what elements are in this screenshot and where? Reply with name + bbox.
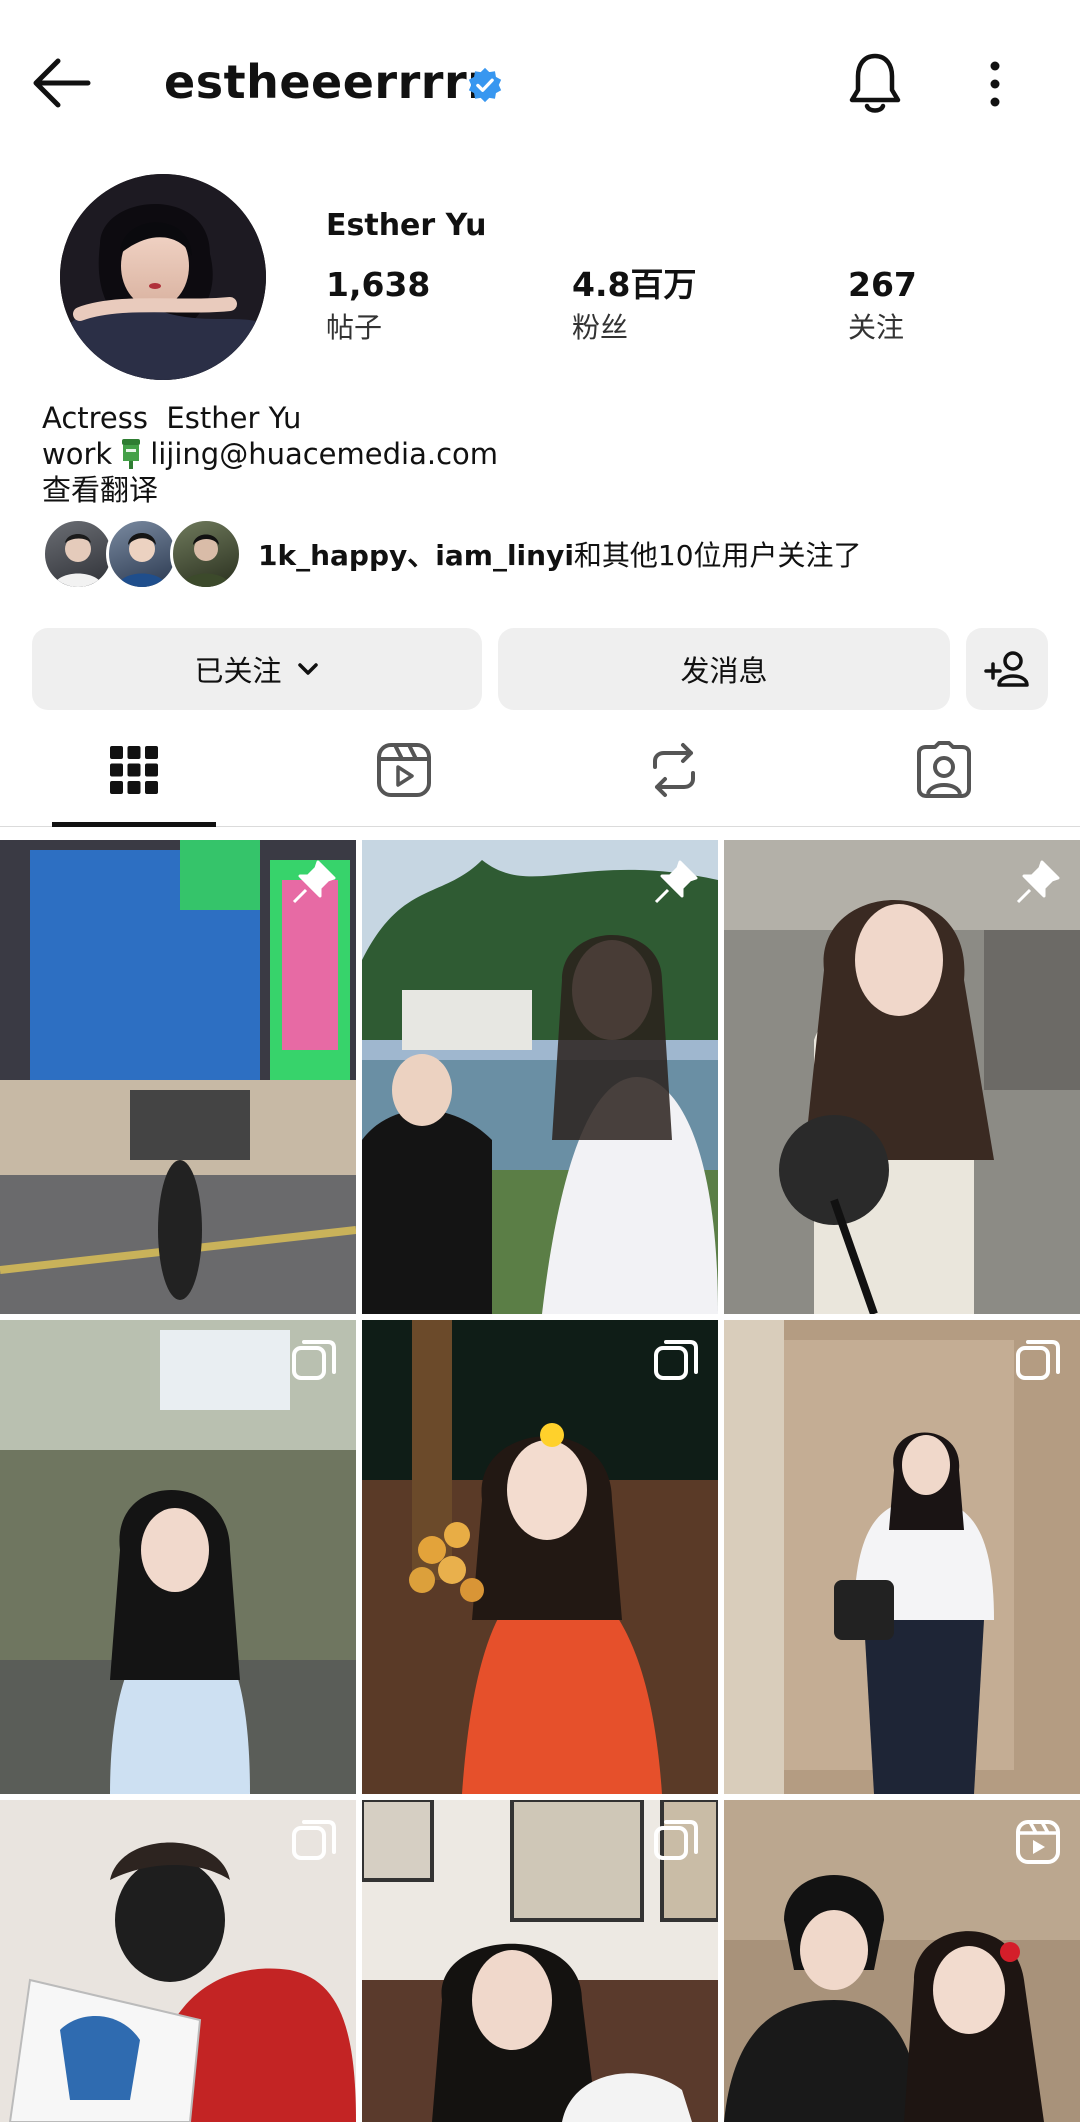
following-count-value: 267 <box>848 265 917 304</box>
mutual-avatar[interactable] <box>170 518 242 590</box>
more-options-button[interactable] <box>980 56 1010 112</box>
tab-reposts[interactable] <box>634 730 714 810</box>
grid-post[interactable] <box>0 1320 356 1794</box>
following-button-label: 已关注 <box>194 654 282 688</box>
bio-work-label: work <box>42 437 113 471</box>
bio-line: Actress Esther Yu <box>42 401 302 435</box>
following-count[interactable]: 267 关注 <box>848 262 917 348</box>
reel-icon <box>1016 1820 1060 1864</box>
posts-count[interactable]: 1,638 帖子 <box>326 262 430 348</box>
followers-count-label: 粉丝 <box>572 311 629 344</box>
grid-post[interactable] <box>0 1800 356 2122</box>
message-button[interactable]: 发消息 <box>498 628 950 710</box>
tab-reels[interactable] <box>364 730 444 810</box>
grid-post[interactable] <box>724 840 1080 1314</box>
mutual-names: 1k_happy、iam_linyi <box>258 539 574 572</box>
grid-post[interactable] <box>0 840 356 1314</box>
back-button[interactable] <box>30 55 94 111</box>
mailbox-icon <box>122 439 141 469</box>
pin-icon <box>1016 860 1060 904</box>
mutual-avatar[interactable] <box>42 518 114 590</box>
pin-icon <box>654 860 698 904</box>
followers-count-value: 4.8百万 <box>572 265 697 304</box>
posts-count-value: 1,638 <box>326 265 431 304</box>
grid-post[interactable] <box>362 1800 718 2122</box>
repost-icon <box>653 743 695 797</box>
grid-post[interactable] <box>362 1320 718 1794</box>
mutual-suffix: 和其他10位用户关注了 <box>573 539 862 572</box>
tagged-person-icon <box>917 741 971 798</box>
more-vertical-icon <box>990 61 1000 107</box>
carousel-icon <box>654 1340 698 1380</box>
bio-work-line: work lijing@huacemedia.com <box>42 436 498 472</box>
carousel-icon <box>654 1820 698 1860</box>
grid-icon <box>110 746 158 794</box>
mutual-followers-text[interactable]: 1k_happy、iam_linyi和其他10位用户关注了 <box>258 536 862 576</box>
suggest-users-button[interactable] <box>966 628 1048 710</box>
bell-icon <box>849 53 901 113</box>
verified-badge-icon <box>466 66 504 104</box>
reels-icon <box>377 743 431 797</box>
posts-count-label: 帖子 <box>326 311 383 344</box>
arrow-left-icon <box>33 58 91 108</box>
tab-tagged[interactable] <box>904 730 984 810</box>
notifications-button[interactable] <box>846 50 904 116</box>
carousel-icon <box>292 1340 336 1380</box>
grid-post[interactable] <box>724 1320 1080 1794</box>
message-button-label: 发消息 <box>680 654 768 688</box>
following-button[interactable]: 已关注 <box>32 628 482 710</box>
profile-username: estheeerrrrr <box>164 55 491 109</box>
active-tab-indicator <box>52 822 216 827</box>
following-count-label: 关注 <box>848 311 905 344</box>
chevron-down-icon <box>297 663 318 675</box>
followers-count[interactable]: 4.8百万 粉丝 <box>572 262 696 348</box>
pin-icon <box>292 860 336 904</box>
bio-email-link[interactable]: lijing@huacemedia.com <box>150 436 498 472</box>
add-person-icon <box>984 651 1029 687</box>
profile-avatar[interactable] <box>60 174 266 380</box>
grid-post[interactable] <box>724 1800 1080 2122</box>
grid-post[interactable] <box>362 840 718 1314</box>
display-name: Esther Yu <box>326 208 487 243</box>
carousel-icon <box>292 1820 336 1860</box>
carousel-icon <box>1016 1340 1060 1380</box>
tab-grid[interactable] <box>94 730 174 810</box>
profile-bio: Actress Esther Yu work lijing@huacemedia… <box>42 400 498 508</box>
see-translation-link[interactable]: 查看翻译 <box>42 472 498 508</box>
mutual-avatar[interactable] <box>106 518 178 590</box>
